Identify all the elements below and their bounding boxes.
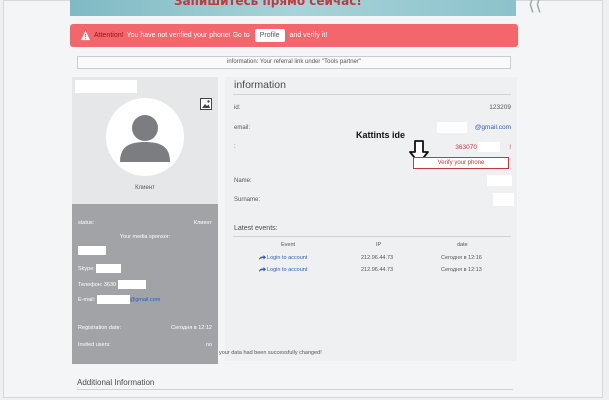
- surname-label: Surname:: [234, 197, 261, 203]
- verify-phone-button[interactable]: Verify your phone: [413, 157, 509, 169]
- share-arrow-icon: [259, 255, 266, 261]
- referral-info-bar: information: Your referral link under "T…: [77, 56, 511, 69]
- phone-masked-box: [478, 142, 500, 152]
- id-value: 123209: [489, 104, 511, 111]
- events-divider: [233, 236, 511, 237]
- event-row-2-date: Сегодня в 12:13: [441, 267, 482, 273]
- annotation-text: Kattints ide: [356, 130, 406, 140]
- event-row-1-event[interactable]: Login to account: [259, 255, 307, 261]
- warning-icon: [80, 30, 91, 41]
- invited-row: Invited users: no: [78, 342, 212, 348]
- surname-value-box: [493, 193, 514, 206]
- status-label: status:: [78, 220, 95, 226]
- profile-role: Клиент: [135, 185, 155, 191]
- alert-message: You have not verified your phone! Go to: [126, 32, 250, 39]
- information-divider: [233, 94, 511, 95]
- information-title: information: [234, 79, 286, 91]
- phone-value-box: [117, 280, 146, 289]
- phone-label: :: [234, 144, 236, 150]
- name-value-box: [487, 175, 512, 186]
- phone-row: Телефон: 3630: [78, 280, 212, 289]
- additional-divider: [77, 389, 513, 390]
- share-arrow-icon: [259, 267, 266, 273]
- id-label: id:: [234, 105, 241, 111]
- email-value[interactable]: @gmail.com: [475, 124, 511, 131]
- phone-value: 363070: [455, 144, 477, 151]
- status-value: Клиент: [193, 220, 212, 226]
- event-link[interactable]: Login to account: [267, 267, 307, 273]
- event-row-2-event[interactable]: Login to account: [259, 267, 307, 273]
- email-value-box: [96, 295, 130, 304]
- top-banner[interactable]: Запишитесь прямо сейчас!: [70, 0, 516, 16]
- sponsor-row: Your media sponsor:: [78, 234, 212, 240]
- corner-glyph-icon: ⟨⟨: [528, 0, 543, 15]
- success-message: your data had been successfully changed!: [219, 350, 322, 356]
- event-row-2-ip: 212.96.44.73: [361, 267, 394, 273]
- banner-text: Запишитесь прямо сейчас!: [174, 0, 362, 8]
- profile-card: Клиент status: Клиент Your media sponsor…: [72, 77, 218, 364]
- image-upload-icon[interactable]: [200, 98, 212, 110]
- user-silhouette-icon: [120, 115, 170, 162]
- registration-row: Registration date: Сегодня в 12:12: [78, 325, 212, 331]
- email-row: E-mail: @gmail.com: [78, 295, 212, 304]
- skype-label: Skype:: [78, 265, 95, 272]
- status-row: status: Клиент: [78, 220, 212, 226]
- sponsor-value-row: [78, 246, 212, 255]
- information-section: information id: 123209 email: @gmail.com…: [225, 77, 517, 361]
- events-column-date: date: [457, 242, 468, 248]
- invited-value: no: [205, 342, 212, 348]
- email-label: email:: [234, 125, 251, 131]
- events-column-ip: IP: [376, 242, 382, 248]
- alert-message-end: and verify it!: [289, 32, 328, 39]
- skype-row: Skype:: [78, 264, 212, 273]
- alert-attention-label: Attention!: [94, 32, 124, 39]
- sponsor-value-box: [78, 246, 106, 255]
- registration-label: Registration date:: [78, 325, 122, 331]
- name-label: Name:: [234, 178, 252, 184]
- email-domain[interactable]: @gmail.com: [130, 297, 161, 303]
- event-row-1-date: Сегодня в 12:16: [441, 255, 482, 261]
- phone-label: Телефон: 3630: [78, 281, 117, 288]
- email-label: E-mail:: [78, 296, 96, 303]
- skype-value-box: [96, 264, 122, 273]
- invited-label: Invited users:: [78, 342, 111, 348]
- avatar: [106, 98, 184, 176]
- profile-name-box: [75, 80, 137, 93]
- profile-details-panel: status: Клиент Your media sponsor: Skype…: [72, 204, 218, 364]
- event-link[interactable]: Login to account: [267, 255, 307, 261]
- profile-button[interactable]: Profile: [254, 29, 285, 42]
- latest-events-title: Latest events:: [234, 225, 278, 232]
- additional-information-title: Additional Information: [77, 378, 155, 387]
- sponsor-label: Your media sponsor:: [119, 234, 171, 240]
- phone-verification-alert: Attention! You have not verified your ph…: [70, 24, 518, 47]
- registration-value: Сегодня в 12:12: [171, 325, 212, 331]
- event-row-1-ip: 212.96.44.73: [361, 255, 394, 261]
- email-masked-box: [437, 122, 467, 133]
- phone-suffix: !: [509, 144, 511, 151]
- events-column-event: Event: [281, 242, 296, 248]
